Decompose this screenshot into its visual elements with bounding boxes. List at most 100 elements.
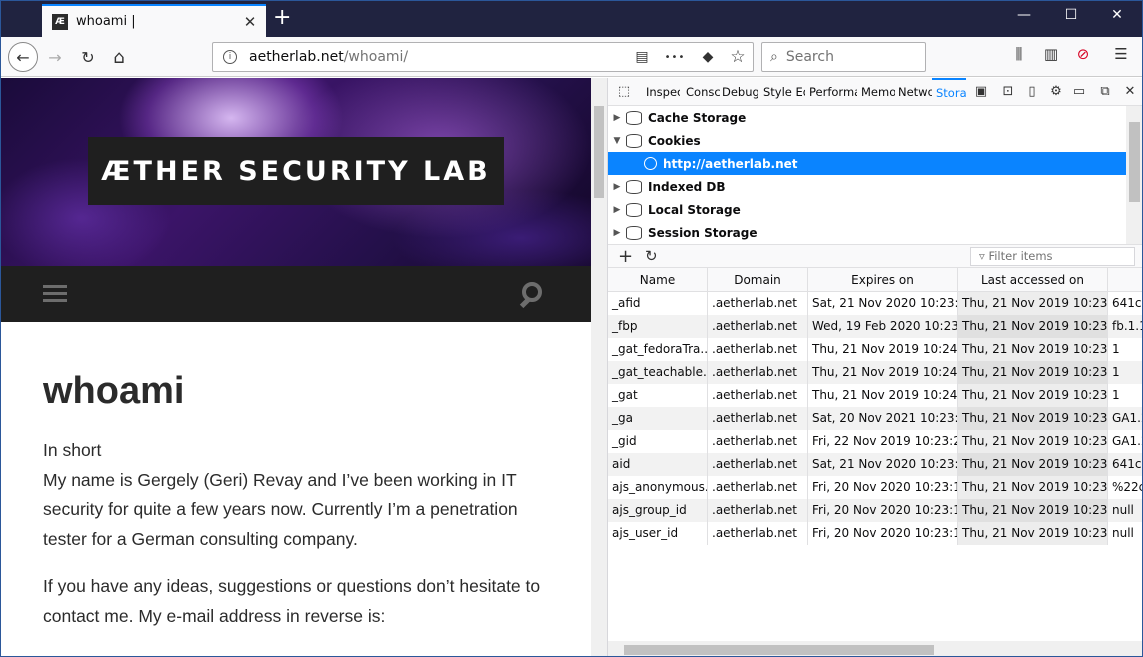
page-scrollbar[interactable]	[591, 78, 607, 656]
tab-close-icon[interactable]: ✕	[240, 13, 260, 31]
menu-icon[interactable]: ☰	[1109, 45, 1133, 63]
cell-domain[interactable]: .aetherlab.net	[708, 384, 808, 407]
table-row[interactable]: aid.aetherlab.netSat, 21 Nov 2020 10:23:…	[608, 453, 1142, 476]
site-info-icon[interactable]: i	[223, 50, 237, 64]
expand-arrow-icon[interactable]: ▶	[608, 113, 626, 123]
column-header-value[interactable]	[1108, 268, 1142, 292]
filter-items-input[interactable]: ▿ Filter items	[970, 247, 1135, 266]
cell-value[interactable]: GA1.2	[1108, 430, 1142, 453]
responsive-mode-icon[interactable]: ▯	[1022, 78, 1042, 106]
cell-last-accessed[interactable]: Thu, 21 Nov 2019 10:23:1...	[958, 292, 1108, 315]
table-row[interactable]: ajs_anonymous... .aetherlab.net Fri, 20 No…	[608, 476, 1142, 499]
undock-icon[interactable]: ⧉	[1095, 78, 1115, 106]
cell-expires[interactable]: Wed, 19 Feb 2020 10:23:2...	[808, 315, 958, 338]
back-button[interactable]: ←	[8, 42, 38, 72]
minimize-button[interactable]: —	[1001, 7, 1047, 23]
tab-memory[interactable]: Memo	[861, 78, 895, 106]
cell-value[interactable]: fb.1.1	[1108, 315, 1142, 338]
cell-expires[interactable]: Fri, 20 Nov 2020 10:23:19 ...	[808, 522, 958, 545]
library-icon[interactable]: ⫼	[1007, 45, 1031, 63]
cell-name[interactable]: ajs_anonymous...	[608, 476, 708, 499]
tree-scrollbar[interactable]	[1126, 106, 1142, 244]
cell-expires[interactable]: Fri, 20 Nov 2020 10:23:19 ...	[808, 499, 958, 522]
tab-console[interactable]: Consc	[686, 78, 720, 106]
cell-domain[interactable]: .aetherlab.net	[708, 292, 808, 315]
tree-item-cookies[interactable]: ▼ Cookies	[608, 129, 1126, 152]
cell-domain[interactable]: .aetherlab.net	[708, 476, 808, 499]
table-row[interactable]: _gat_teachable... .aetherlab.net Thu, 21 N…	[608, 361, 1142, 384]
cell-value[interactable]: GA1.2	[1108, 407, 1142, 430]
table-row[interactable]: ajs_group_id .aetherlab.net Fri, 20 Nov 20…	[608, 499, 1142, 522]
cell-last-accessed[interactable]: Thu, 21 Nov 2019 10:23:2...	[958, 315, 1108, 338]
column-header-last-accessed[interactable]: Last accessed on	[958, 268, 1108, 292]
table-row[interactable]: _afid .aetherlab.net Sat, 21 Nov 2020 10:2…	[608, 292, 1142, 315]
cell-expires[interactable]: Fri, 22 Nov 2019 10:23:26 ...	[808, 430, 958, 453]
cell-value[interactable]: 1	[1108, 384, 1142, 407]
table-row[interactable]: _ga.aetherlab.netSat, 20 Nov 2021 10:23:…	[608, 407, 1142, 430]
expand-arrow-icon[interactable]: ▶	[608, 228, 626, 238]
tab-storage[interactable]: Stora	[932, 78, 966, 106]
site-search-icon[interactable]	[518, 280, 548, 310]
tab-whoami[interactable]: Æ whoami | ✕	[42, 4, 266, 37]
new-tab-button[interactable]: +	[273, 7, 291, 29]
page-actions-icon[interactable]: •••	[657, 52, 693, 63]
cell-name[interactable]: _gid	[608, 430, 708, 453]
cell-expires[interactable]: Fri, 20 Nov 2020 10:23:19 ...	[808, 476, 958, 499]
table-row[interactable]: _gat_fedoraTra... .aetherlab.net Thu, 21 N…	[608, 338, 1142, 361]
tree-item-cache-storage[interactable]: ▶ Cache Storage	[608, 106, 1126, 129]
cell-last-accessed[interactable]: Thu, 21 Nov 2019 10:23:2...	[958, 407, 1108, 430]
cell-domain[interactable]: .aetherlab.net	[708, 338, 808, 361]
hamburger-menu-icon[interactable]	[43, 285, 67, 303]
table-scrollbar-thumb[interactable]	[624, 645, 934, 655]
tree-scrollbar-thumb[interactable]	[1129, 122, 1140, 202]
cell-domain[interactable]: .aetherlab.net	[708, 453, 808, 476]
cell-expires[interactable]: Sat, 21 Nov 2020 10:23:18...	[808, 453, 958, 476]
add-item-button[interactable]: +	[618, 246, 633, 267]
tab-style-editor[interactable]: Style Ed	[763, 78, 805, 106]
cell-value[interactable]: 641c4	[1108, 292, 1142, 315]
cell-expires[interactable]: Thu, 21 Nov 2019 10:24:2...	[808, 384, 958, 407]
cell-domain[interactable]: .aetherlab.net	[708, 522, 808, 545]
bookmark-star-icon[interactable]: ☆	[723, 47, 753, 67]
cell-name[interactable]: _gat	[608, 384, 708, 407]
tree-item-cookie-host[interactable]: http://aetherlab.net	[608, 152, 1126, 175]
reload-button[interactable]: ↻	[74, 43, 102, 71]
tab-network[interactable]: Netwo	[898, 78, 932, 106]
window-close-button[interactable]: ✕	[1094, 7, 1140, 23]
table-row[interactable]: _gid .aetherlab.net Fri, 22 Nov 2019 10:23…	[608, 430, 1142, 453]
cell-last-accessed[interactable]: Thu, 21 Nov 2019 10:23:1...	[958, 476, 1108, 499]
tab-debugger[interactable]: Debug	[722, 78, 758, 106]
cell-domain[interactable]: .aetherlab.net	[708, 407, 808, 430]
column-header-domain[interactable]: Domain	[708, 268, 808, 292]
element-picker-icon[interactable]: ⬚	[614, 78, 634, 106]
table-row[interactable]: _fbp .aetherlab.net Wed, 19 Feb 2020 10:23…	[608, 315, 1142, 338]
cell-name[interactable]: _fbp	[608, 315, 708, 338]
cell-value[interactable]: 1	[1108, 361, 1142, 384]
cell-name[interactable]: _gat_teachable...	[608, 361, 708, 384]
maximize-button[interactable]: ☐	[1048, 7, 1094, 23]
refresh-button[interactable]: ↻	[645, 247, 658, 265]
cell-last-accessed[interactable]: Thu, 21 Nov 2019 10:23:2...	[958, 361, 1108, 384]
cell-value[interactable]: null	[1108, 499, 1142, 522]
cell-value[interactable]: 641c4	[1108, 453, 1142, 476]
tree-item-local-storage[interactable]: ▶ Local Storage	[608, 198, 1126, 221]
cell-last-accessed[interactable]: Thu, 21 Nov 2019 10:23:2...	[958, 338, 1108, 361]
cell-name[interactable]: _afid	[608, 292, 708, 315]
forward-button[interactable]: →	[41, 43, 69, 71]
cell-name[interactable]: ajs_user_id	[608, 522, 708, 545]
cell-expires[interactable]: Sat, 20 Nov 2021 10:23:26...	[808, 407, 958, 430]
table-row[interactable]: _gat .aetherlab.net Thu, 21 Nov 2019 10:24…	[608, 384, 1142, 407]
cell-last-accessed[interactable]: Thu, 21 Nov 2019 10:23:1...	[958, 453, 1108, 476]
cell-value[interactable]: %22c	[1108, 476, 1142, 499]
search-input[interactable]: ⌕ Search	[761, 42, 926, 72]
url-bar[interactable]: i aetherlab.net/whoami/ ▤ ••• ◆ ☆	[212, 42, 754, 72]
tree-item-indexed-db[interactable]: ▶ Indexed DB	[608, 175, 1126, 198]
column-header-expires[interactable]: Expires on	[808, 268, 958, 292]
cell-name[interactable]: _gat_fedoraTra...	[608, 338, 708, 361]
column-header-name[interactable]: Name	[608, 268, 708, 292]
cell-domain[interactable]: .aetherlab.net	[708, 499, 808, 522]
expand-arrow-icon[interactable]: ▶	[608, 182, 626, 192]
cell-last-accessed[interactable]: Thu, 21 Nov 2019 10:23:1...	[958, 522, 1108, 545]
pocket-icon[interactable]: ◆	[693, 49, 723, 65]
cell-value[interactable]: null	[1108, 522, 1142, 545]
